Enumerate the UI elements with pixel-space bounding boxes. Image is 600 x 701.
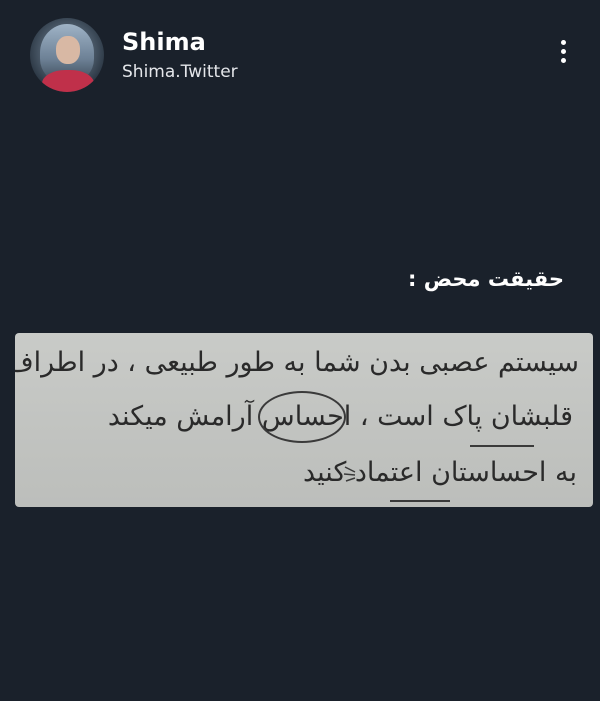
- emphasis-marks-icon: [343, 466, 356, 482]
- circle-annotation: [258, 391, 346, 443]
- tweet-header: Shima Shima.Twitter: [0, 0, 600, 110]
- tweet-image[interactable]: سیستم عصبی بدن شما به طور طبیعی ، در اطر…: [15, 333, 593, 507]
- image-text-line-1: سیستم عصبی بدن شما به طور طبیعی ، در اطر…: [15, 347, 579, 378]
- underline-annotation: [390, 500, 450, 502]
- tweet-caption: حقیقت محض :: [408, 267, 564, 291]
- user-handle[interactable]: Shima.Twitter: [122, 62, 238, 82]
- avatar-face: [56, 36, 80, 64]
- avatar[interactable]: [30, 18, 104, 92]
- user-name[interactable]: Shima: [122, 28, 206, 56]
- underline-annotation: [470, 445, 534, 447]
- more-options-button[interactable]: [548, 36, 578, 76]
- avatar-shirt: [42, 70, 94, 92]
- more-vertical-icon: [560, 40, 566, 45]
